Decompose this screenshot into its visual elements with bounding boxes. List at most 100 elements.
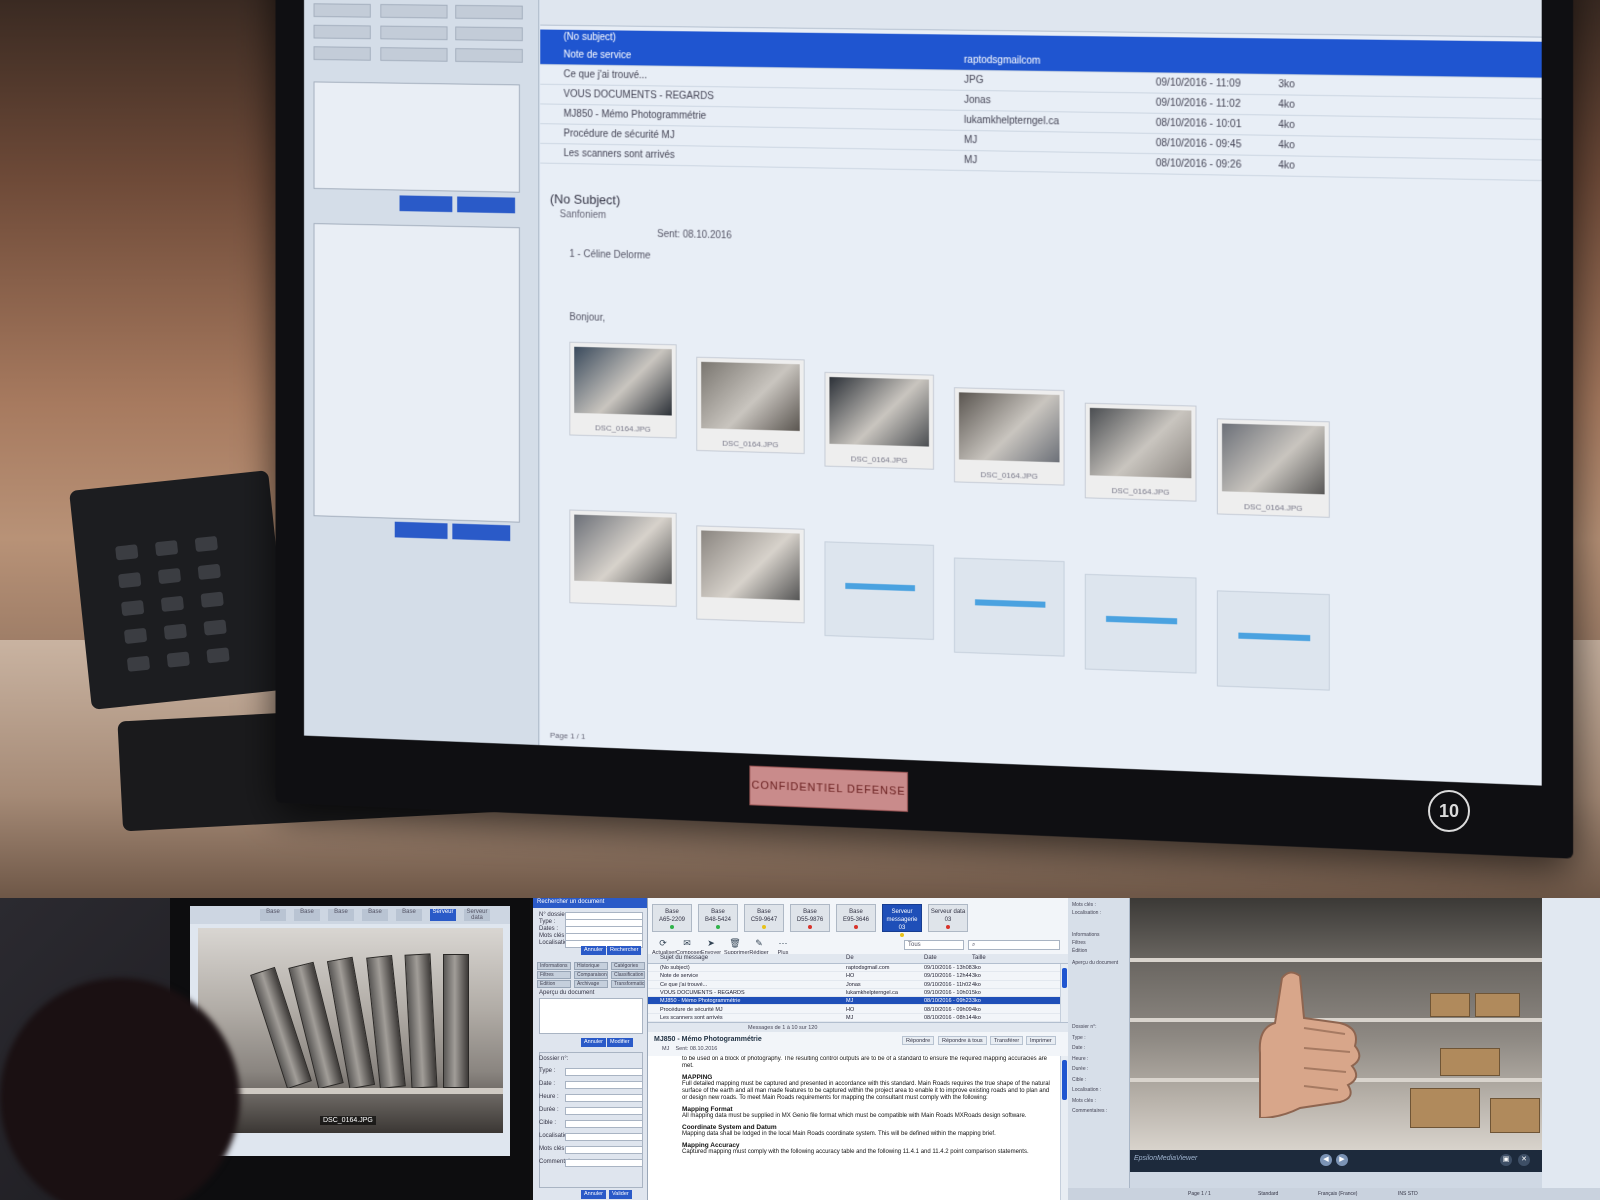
attachment-thumb[interactable]: DSC_0164.JPG: [696, 356, 805, 455]
server-tab[interactable]: Base: [294, 909, 320, 921]
cancel-button-2[interactable]: [394, 521, 448, 540]
phone-key: [126, 655, 151, 672]
search-button[interactable]: Rechercher: [607, 946, 642, 955]
attachment-thumb[interactable]: DSC_0164.JPG: [1216, 418, 1330, 518]
col-size[interactable]: Taille: [972, 955, 986, 961]
preview-body: Bonjour,: [569, 312, 606, 324]
filter-chip[interactable]: Informations: [537, 962, 571, 970]
row-subject: MJ850 - Mémo Photogrammétrie: [660, 998, 741, 1005]
delete-icon[interactable]: ✕: [1518, 1154, 1530, 1166]
form-input[interactable]: [565, 1146, 643, 1154]
server-button[interactable]: Serveur data 03: [928, 904, 968, 932]
binder-photo: [198, 928, 503, 1133]
server-tab[interactable]: Base: [362, 909, 388, 921]
row-from: raptodsgmail.com: [846, 965, 890, 971]
row-size: 4ko: [972, 1014, 981, 1021]
form-input[interactable]: [565, 1081, 643, 1089]
message-row[interactable]: Ce que j'ai trouvé... Jonas 09/10/2016 - 1…: [648, 981, 1060, 989]
attachment-thumb[interactable]: [696, 525, 805, 624]
filter-chip[interactable]: Catégories: [611, 962, 645, 970]
form-input[interactable]: [565, 1068, 643, 1076]
modify-button[interactable]: Modifier: [607, 1038, 633, 1047]
cancel-button[interactable]: Annuler: [581, 946, 606, 955]
server-tab[interactable]: Base: [396, 909, 422, 921]
server-button[interactable]: Base B48-5424: [698, 904, 738, 932]
message-row[interactable]: (No subject) raptodsgmail.com 09/10/2016 -…: [648, 964, 1060, 973]
filter-chip[interactable]: Transformations: [611, 980, 645, 988]
cancel-button-3[interactable]: Annuler: [581, 1190, 606, 1199]
status-dot: [808, 925, 812, 929]
search-form-title: Rechercher un document: [533, 898, 647, 908]
server-button[interactable]: Base C59-9647: [744, 904, 784, 932]
reply-all-button[interactable]: Répondre à tous: [938, 1036, 987, 1045]
attachment-thumb[interactable]: DSC_0164.JPG: [1084, 402, 1197, 502]
trash-icon: 🗑: [729, 938, 741, 948]
attachment-placeholder: [824, 541, 934, 640]
filter-chip[interactable]: Historique: [574, 962, 608, 970]
message-row[interactable]: Note de service HO 09/10/2016 - 12h44 3ko: [648, 972, 1060, 981]
attachment-thumb[interactable]: [569, 509, 677, 607]
attachment-thumb[interactable]: DSC_0164.JPG: [824, 371, 934, 470]
body-para-1: Full detailed mapping must be captured a…: [682, 1081, 1050, 1101]
cancel-button-2[interactable]: Annuler: [581, 1038, 606, 1047]
search-input[interactable]: ⌕: [968, 940, 1060, 950]
form-input[interactable]: [565, 1094, 643, 1102]
filter-chip[interactable]: Filtres: [537, 971, 571, 979]
filter-chip[interactable]: Archivage: [574, 980, 608, 988]
status-dot: [670, 925, 674, 929]
message-row[interactable]: MJ850 - Mémo Photogrammétrie MJ 08/10/2016…: [648, 997, 1060, 1006]
form-input[interactable]: [565, 1107, 643, 1115]
viewer-controls: EpsilonMediaViewer ◀ ▶ ▣ ✕: [1130, 1150, 1542, 1172]
forward-button[interactable]: Transférer: [990, 1036, 1024, 1045]
validate-button[interactable]: [452, 523, 511, 542]
preview-to: Sanfoniem: [559, 209, 607, 222]
thumb-caption: DSC_0164.JPG: [1244, 502, 1303, 513]
form-input[interactable]: [565, 1159, 643, 1167]
list-scrollbar[interactable]: [1060, 964, 1068, 1022]
prev-icon[interactable]: ◀: [1320, 1154, 1332, 1166]
thumb-image: [1089, 407, 1192, 479]
server-tab[interactable]: Serveur data: [464, 909, 490, 921]
filter-chip[interactable]: Comparaison: [574, 971, 608, 979]
desk-phone: [69, 470, 291, 710]
modify-button[interactable]: [457, 196, 516, 214]
message-row[interactable]: VOUS DOCUMENTS - REGARDS lukamkhelpternge…: [648, 989, 1060, 998]
server-tab[interactable]: Serveur: [430, 909, 456, 921]
thumb-image: [701, 361, 800, 431]
col-from[interactable]: De: [846, 955, 854, 961]
row-from: lukamkhelpterngel.ca: [963, 114, 1060, 128]
server-button[interactable]: Base A65-2209: [652, 904, 692, 932]
server-button[interactable]: Base E95-3646: [836, 904, 876, 932]
filter-select[interactable]: Tous: [904, 940, 964, 950]
attachment-thumb[interactable]: DSC_0164.JPG: [569, 341, 677, 439]
attachment-thumb[interactable]: DSC_0164.JPG: [953, 387, 1065, 486]
col-subject[interactable]: Sujet du message: [660, 955, 708, 961]
col-date[interactable]: Date: [924, 955, 937, 961]
validate-button[interactable]: Valider: [609, 1190, 632, 1199]
server-button[interactable]: Base D55-9876: [790, 904, 830, 932]
server-tab[interactable]: Base: [260, 909, 286, 921]
message-row[interactable]: Les scanners sont arrivés MJ 08/10/2016 - …: [648, 1014, 1060, 1023]
reply-button[interactable]: Répondre: [902, 1036, 935, 1045]
preview-date: Sent: 08.10.2016: [657, 228, 732, 242]
form-input[interactable]: [565, 1120, 643, 1128]
row-date: 08/10/2016 - 09h09: [924, 1006, 972, 1013]
filter-chip[interactable]: Classification: [611, 971, 645, 979]
server-button[interactable]: Serveur messagerie 03: [882, 904, 922, 937]
body-para-3: Mapping data shall be lodged in the loca…: [682, 1131, 996, 1137]
server-tab[interactable]: Base: [328, 909, 354, 921]
form-input[interactable]: [565, 1133, 643, 1141]
print-button[interactable]: Imprimer: [1026, 1036, 1056, 1045]
save-icon[interactable]: ▣: [1500, 1154, 1512, 1166]
next-icon[interactable]: ▶: [1336, 1154, 1348, 1166]
server-name: Base: [757, 909, 771, 915]
row-size: 4ko: [972, 981, 981, 988]
message-row[interactable]: Procédure de sécurité MJ HO 08/10/2016 - 0…: [648, 1006, 1060, 1014]
filter-chip[interactable]: Édition: [537, 980, 571, 988]
form-label: Durée :: [539, 1107, 559, 1113]
cancel-button[interactable]: [399, 195, 453, 213]
form-label: Heure :: [539, 1094, 559, 1100]
form-label: Type :: [539, 1068, 556, 1074]
body-scrollbar[interactable]: [1060, 1056, 1068, 1200]
server-id: A65-2209: [658, 917, 686, 923]
